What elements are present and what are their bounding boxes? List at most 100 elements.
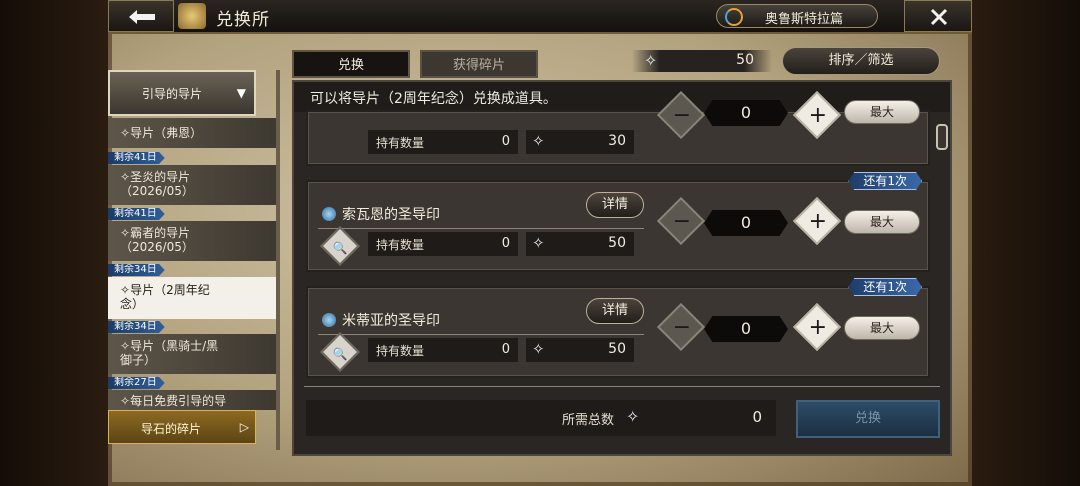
sidebar-item-label: ✧霸者的导片 （2026/05） bbox=[120, 226, 194, 254]
left-border bbox=[0, 0, 108, 486]
max-button[interactable]: 最大 bbox=[844, 210, 920, 234]
page-title: 兑换所 bbox=[216, 10, 270, 30]
currency-display: ✧ 50 bbox=[632, 50, 772, 72]
item-name: 索瓦恩的圣导印 bbox=[322, 204, 440, 224]
sidebar-item-holy-flame[interactable]: ✧圣炎的导片 （2026/05） bbox=[108, 165, 280, 205]
cost-value: 30 bbox=[608, 133, 626, 149]
sidebar-item-fern[interactable]: ✧导片（弗恩） bbox=[108, 118, 280, 148]
chevron-right-icon: ▷ bbox=[239, 420, 249, 434]
sidebar-item-label: ✧圣炎的导片 （2026/05） bbox=[120, 170, 194, 198]
crystal-icon: ✧ bbox=[644, 51, 658, 70]
preview-button[interactable]: 🔍 bbox=[320, 332, 360, 372]
quantity-value: 0 bbox=[740, 213, 752, 232]
back-button[interactable] bbox=[108, 0, 174, 32]
limit-badge: 还有1次 bbox=[848, 278, 922, 296]
hold-count-box: 持有数量 0 bbox=[368, 338, 518, 362]
sidebar-item-label: ✧每日免费引导的导 bbox=[120, 394, 227, 408]
sidebar-item-black-knight[interactable]: ✧导片（黑骑士/黑 御子） bbox=[108, 334, 280, 374]
sidebar-badge: 剩余27日 bbox=[108, 377, 165, 389]
item-name: 米蒂亚的圣导印 bbox=[322, 310, 440, 330]
cost-value: 50 bbox=[608, 341, 626, 357]
increase-button[interactable]: + bbox=[792, 302, 842, 352]
hold-value: 0 bbox=[501, 236, 510, 251]
preview-button[interactable]: 🔍 bbox=[320, 226, 360, 266]
hold-value: 0 bbox=[501, 134, 510, 149]
crystal-icon: ✧ bbox=[532, 132, 545, 150]
decrease-button[interactable]: − bbox=[656, 196, 706, 246]
arrow-left-icon bbox=[129, 10, 155, 24]
sidebar: 引导的导片 ▼ ✧导片（弗恩） 剩余41日 ✧圣炎的导片 （2026/05） 剩… bbox=[108, 70, 280, 486]
divider bbox=[318, 228, 644, 229]
shop-icon bbox=[178, 3, 206, 29]
plus-icon: + bbox=[808, 314, 828, 340]
cost-box: ✧ 50 bbox=[526, 232, 634, 256]
sidebar-item-conqueror[interactable]: ✧霸者的导片 （2026/05） bbox=[108, 221, 280, 261]
detail-button[interactable]: 详情 bbox=[586, 298, 644, 324]
cost-box: ✧ 30 bbox=[526, 130, 634, 154]
exchange-row: 还有1次 米蒂亚的圣导印 详情 🔍 持有数量 0 ✧ 50 − 0 + 最大 bbox=[306, 278, 930, 378]
exchange-row: 持有数量 0 ✧ 30 − 0 + 最大 bbox=[306, 90, 930, 166]
minus-icon: − bbox=[672, 314, 692, 340]
hold-label: 持有数量 bbox=[376, 136, 425, 150]
quantity-value: 0 bbox=[740, 319, 752, 338]
tab-get-fragments[interactable]: 获得碎片 bbox=[420, 50, 538, 78]
max-button[interactable]: 最大 bbox=[844, 100, 920, 124]
quantity-value: 0 bbox=[740, 103, 752, 122]
crystal-icon: ✧ bbox=[532, 340, 545, 358]
total-box: 所需总数 ✧ 0 bbox=[306, 400, 776, 436]
sidebar-badge: 剩余41日 bbox=[108, 152, 165, 164]
hold-label: 持有数量 bbox=[376, 344, 425, 358]
hold-label: 持有数量 bbox=[376, 238, 425, 252]
sidebar-category-guide-shards[interactable]: 引导的导片 ▼ bbox=[108, 70, 256, 116]
hold-count-box: 持有数量 0 bbox=[368, 130, 518, 154]
increase-button[interactable]: + bbox=[792, 196, 842, 246]
sidebar-item-daily-free[interactable]: ✧每日免费引导的导 bbox=[108, 390, 280, 410]
total-value: 0 bbox=[752, 408, 762, 426]
exchange-screen: 兑换所 奥鲁斯特拉篇 兑换 获得碎片 ✧ 50 排序／筛选 引导的导片 ▼ ✧导… bbox=[0, 0, 1080, 486]
close-icon bbox=[930, 8, 948, 26]
total-label: 所需总数 bbox=[562, 413, 615, 428]
chevron-down-icon: ▼ bbox=[236, 86, 246, 100]
exchange-row: 还有1次 索瓦恩的圣导印 详情 🔍 持有数量 0 ✧ 50 − 0 + 最大 bbox=[306, 172, 930, 272]
currency-value: 50 bbox=[736, 52, 754, 68]
hold-count-box: 持有数量 0 bbox=[368, 232, 518, 256]
search-icon: 🔍 bbox=[332, 346, 348, 361]
tab-exchange[interactable]: 兑换 bbox=[292, 50, 410, 78]
decrease-button[interactable]: − bbox=[656, 302, 706, 352]
close-button[interactable] bbox=[904, 0, 972, 32]
exchange-button[interactable]: 兑换 bbox=[796, 400, 940, 438]
max-button[interactable]: 最大 bbox=[844, 316, 920, 340]
crystal-icon: ✧ bbox=[626, 407, 640, 426]
sidebar-badge: 剩余34日 bbox=[108, 264, 165, 276]
sort-filter-button[interactable]: 排序／筛选 bbox=[782, 47, 940, 75]
sidebar-item-2nd-anniversary[interactable]: ✧导片（2周年纪 念） bbox=[108, 277, 280, 319]
detail-button[interactable]: 详情 bbox=[586, 192, 644, 218]
seal-icon bbox=[322, 313, 336, 327]
seal-icon bbox=[322, 207, 336, 221]
sidebar-badge: 剩余41日 bbox=[108, 208, 165, 220]
sidebar-item-label: ✧导片（黑骑士/黑 御子） bbox=[120, 339, 219, 367]
story-label: 奥鲁斯特拉篇 bbox=[765, 12, 844, 27]
list-scrollbar[interactable] bbox=[936, 124, 948, 150]
sidebar-badge: 剩余34日 bbox=[108, 321, 165, 333]
sidebar-item-label: ✧导片（弗恩） bbox=[120, 126, 203, 140]
plus-icon: + bbox=[808, 208, 828, 234]
hold-value: 0 bbox=[501, 342, 510, 357]
minus-icon: − bbox=[672, 208, 692, 234]
right-border bbox=[970, 0, 1080, 486]
story-select-button[interactable]: 奥鲁斯特拉篇 bbox=[716, 4, 878, 28]
refresh-icon bbox=[725, 8, 743, 26]
quantity-display: 0 bbox=[704, 100, 788, 126]
sidebar-category-guide-stone-fragments[interactable]: 导石的碎片 ▷ bbox=[108, 410, 256, 444]
sidebar-category-label: 引导的导片 bbox=[142, 87, 203, 101]
quantity-display: 0 bbox=[704, 210, 788, 236]
cost-value: 50 bbox=[608, 235, 626, 251]
sidebar-scrollbar[interactable] bbox=[276, 70, 280, 450]
divider bbox=[318, 334, 644, 335]
sidebar-category-label: 导石的碎片 bbox=[141, 422, 202, 436]
quantity-display: 0 bbox=[704, 316, 788, 342]
minus-icon: − bbox=[672, 102, 692, 128]
exchange-panel: 可以将导片（2周年纪念）兑换成道具。 持有数量 0 ✧ 30 − 0 + 最大 … bbox=[292, 80, 952, 456]
search-icon: 🔍 bbox=[332, 240, 348, 255]
plus-icon: + bbox=[808, 102, 828, 128]
